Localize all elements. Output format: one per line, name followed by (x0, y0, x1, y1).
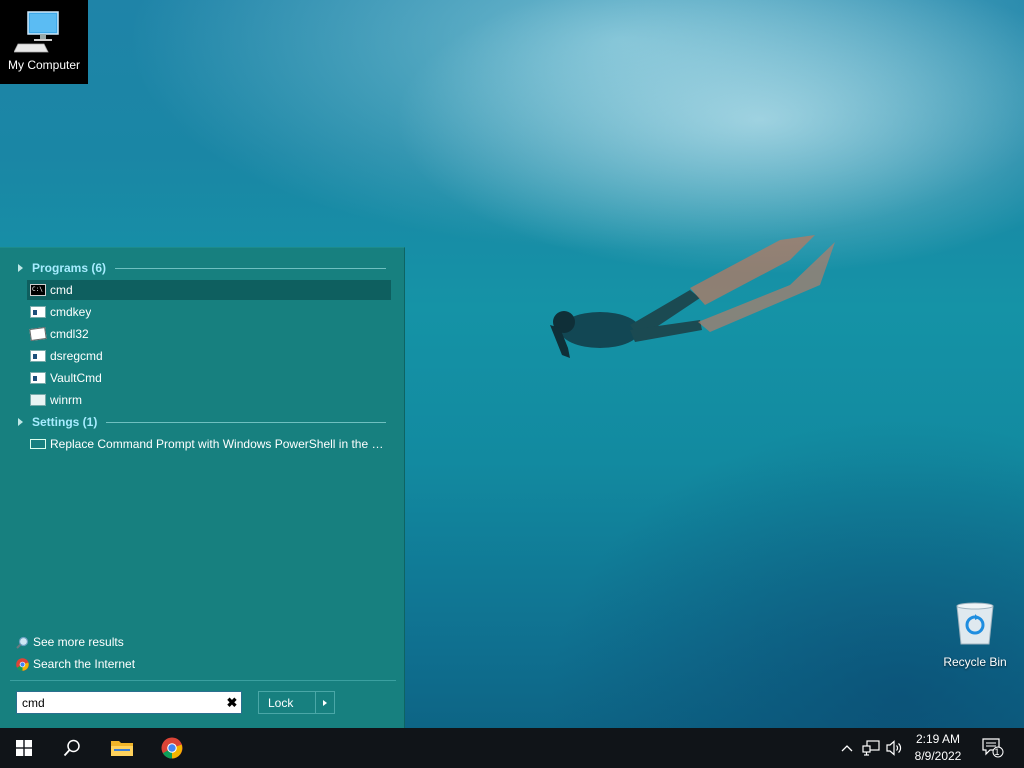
program-item-winrm[interactable]: winrm (27, 390, 391, 410)
program-item-label: VaultCmd (50, 371, 102, 385)
network-icon (862, 740, 880, 756)
program-item-cmdl32[interactable]: cmdl32 (27, 324, 391, 344)
chevron-up-icon (841, 745, 853, 752)
certificate-icon (29, 326, 47, 342)
app-window-icon (30, 372, 46, 384)
clock-date: 8/9/2022 (914, 749, 962, 763)
speaker-icon (886, 740, 902, 756)
search-icon (63, 739, 80, 757)
start-search-box: ✖ (16, 691, 242, 714)
section-divider (115, 267, 386, 269)
settings-header-label: Settings (1) (32, 415, 98, 429)
chrome-taskbar-button[interactable] (148, 728, 196, 768)
panel-divider (10, 680, 396, 681)
chrome-icon (161, 737, 183, 759)
section-divider (106, 421, 386, 423)
expand-arrow-icon (18, 418, 23, 426)
see-more-results-link[interactable]: See more results (16, 635, 124, 649)
start-menu-panel: Programs (6) C:\ cmd cmdkey cmdl32 dsreg… (0, 247, 405, 729)
programs-header-label: Programs (6) (32, 261, 107, 275)
wallpaper-diver-image (550, 235, 835, 358)
command-prompt-icon: C:\ (30, 284, 46, 296)
program-item-label: cmdl32 (50, 327, 89, 341)
action-center-button[interactable]: 1 (978, 728, 1008, 768)
programs-section-header[interactable]: Programs (6) (16, 259, 386, 277)
see-more-results-label: See more results (33, 635, 124, 649)
program-item-dsregcmd[interactable]: dsregcmd (27, 346, 391, 366)
chevron-right-icon (323, 699, 327, 706)
monitor-icon (30, 439, 46, 449)
clear-search-icon[interactable]: ✖ (223, 695, 241, 711)
taskbar: 2:19 AM 8/9/2022 1 (0, 728, 1024, 768)
lock-button-label: Lock (268, 695, 294, 710)
start-search-input[interactable] (17, 693, 223, 712)
program-item-label: dsregcmd (50, 349, 103, 363)
folder-icon (111, 741, 133, 756)
setting-item-label: Replace Command Prompt with Windows Powe… (50, 437, 391, 451)
chrome-icon (16, 657, 29, 671)
lock-button[interactable]: Lock (258, 691, 335, 714)
app-window-icon (30, 306, 46, 318)
program-item-label: cmdkey (50, 305, 92, 319)
program-item-label: cmd (50, 283, 73, 297)
network-tray-button[interactable] (860, 728, 882, 768)
recycle-bin-label: Recycle Bin (943, 655, 1007, 669)
taskbar-clock[interactable]: 2:19 AM 8/9/2022 (906, 731, 970, 765)
windows-logo-icon (16, 740, 32, 756)
show-hidden-icons-button[interactable] (838, 728, 856, 768)
file-explorer-button[interactable] (98, 728, 146, 768)
settings-section-header[interactable]: Settings (1) (16, 413, 386, 431)
taskbar-search-button[interactable] (48, 728, 96, 768)
program-item-cmd[interactable]: C:\ cmd (27, 280, 391, 300)
magnifier-icon (16, 636, 29, 649)
notification-count-badge: 1 (994, 747, 1000, 757)
my-computer-desktop-icon[interactable]: My Computer (0, 0, 88, 84)
program-item-vaultcmd[interactable]: VaultCmd (27, 368, 391, 388)
volume-tray-button[interactable] (884, 728, 906, 768)
program-item-label: winrm (50, 393, 82, 407)
setting-item-replace-command-prompt[interactable]: Replace Command Prompt with Windows Powe… (27, 434, 391, 454)
my-computer-label: My Computer (7, 58, 81, 72)
search-internet-link[interactable]: Search the Internet (16, 657, 135, 671)
expand-arrow-icon (18, 264, 23, 272)
app-window-icon (30, 350, 46, 362)
recycle-bin-icon (956, 602, 994, 645)
recycle-bin-desktop-icon[interactable]: Recycle Bin (931, 600, 1019, 669)
clock-time: 2:19 AM (915, 732, 961, 746)
program-item-cmdkey[interactable]: cmdkey (27, 302, 391, 322)
computer-icon (14, 11, 59, 53)
network-app-icon (30, 394, 46, 406)
power-options-arrow-button[interactable] (315, 692, 334, 713)
start-button[interactable] (0, 728, 48, 768)
search-internet-label: Search the Internet (33, 657, 136, 671)
